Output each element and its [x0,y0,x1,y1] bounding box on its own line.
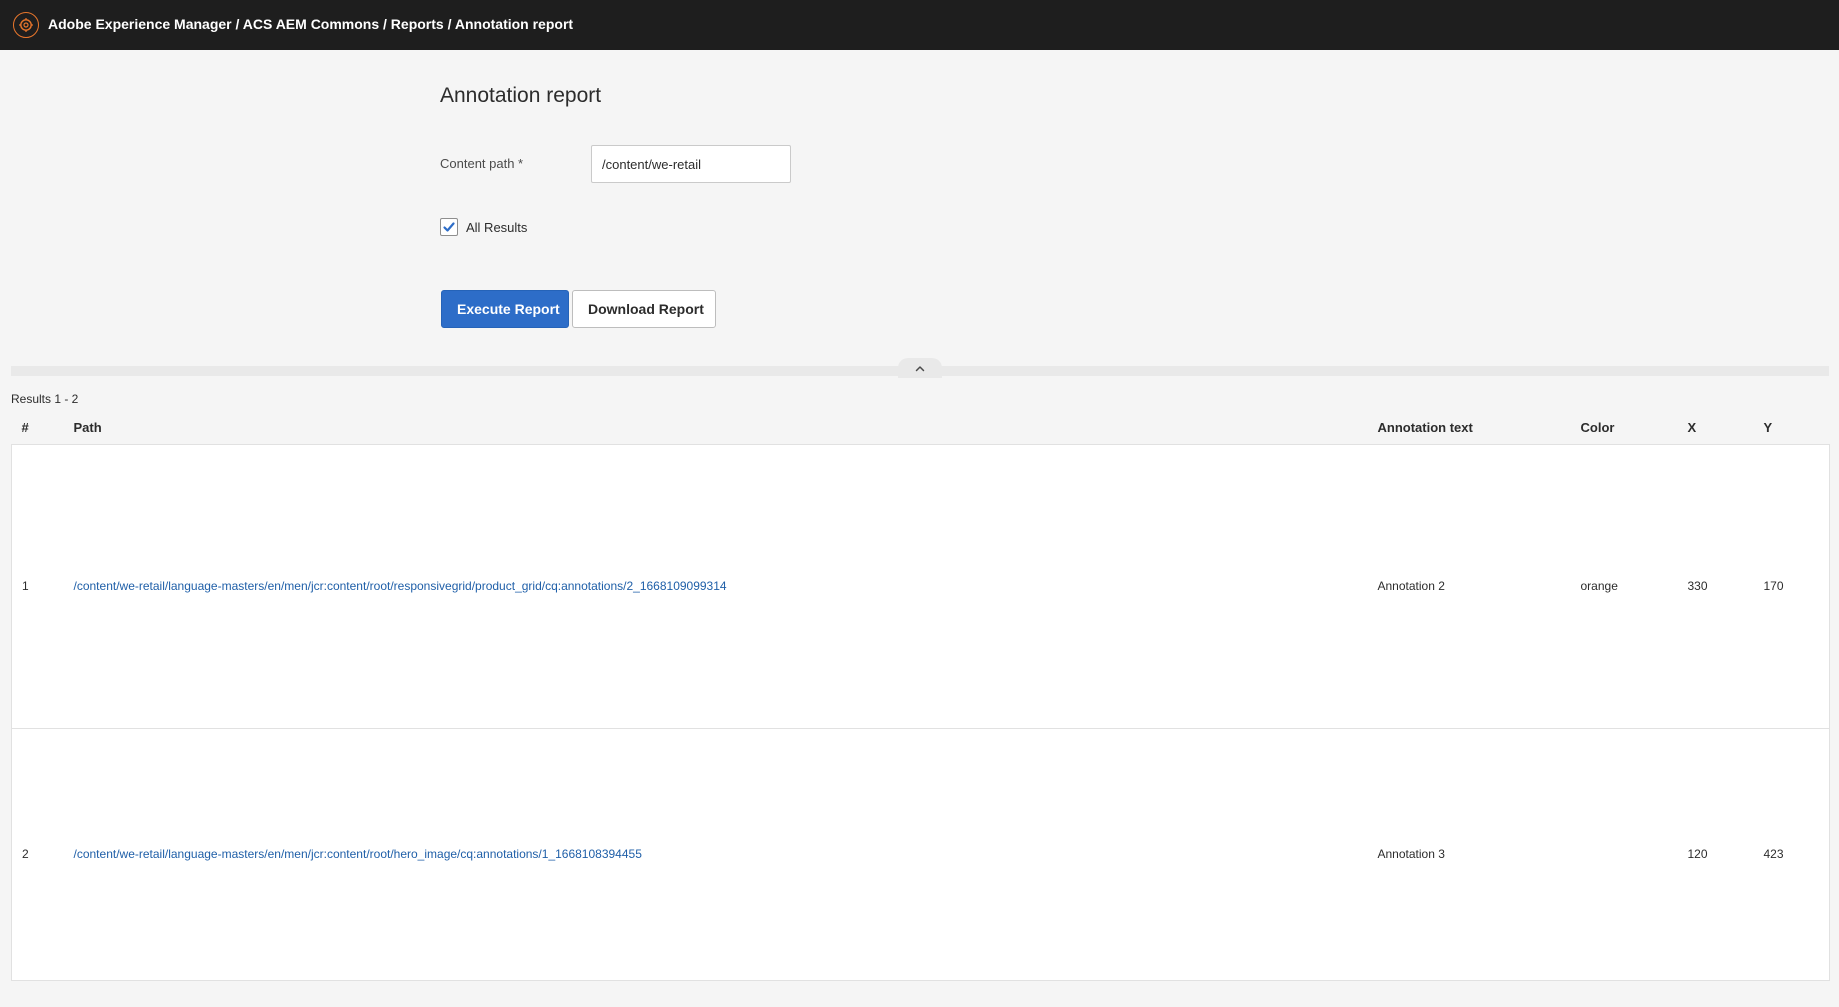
annotation-text: Annotation 2 [1377,443,1581,729]
column-header-color: Color [1580,420,1615,436]
all-results-label: All Results [466,219,528,235]
column-header-y: Y [1763,420,1773,436]
column-header-x: X [1687,420,1697,436]
annotation-color [1580,728,1688,981]
content-path-label: Content path * [440,156,524,171]
download-report-button[interactable]: Download Report [572,290,716,328]
collapse-handle[interactable] [898,358,942,378]
results-table: # Path Annotation text Color X Y 1 /cont… [11,412,1830,981]
page-title: Annotation report [440,84,602,107]
all-results-checkbox[interactable] [440,218,458,236]
annotation-x: 330 [1687,443,1764,729]
column-header-path: Path [73,420,102,436]
annotation-y: 423 [1763,728,1830,981]
path-cell: /content/we-retail/language-masters/en/m… [73,443,1378,729]
execute-report-button[interactable]: Execute Report [441,290,569,328]
content-path-input[interactable] [591,145,791,183]
results-count: Results 1 - 2 [11,392,79,406]
path-link[interactable]: /content/we-retail/language-masters/en/m… [74,579,727,593]
checkmark-icon [443,222,455,232]
table-header-row: # Path Annotation text Color X Y [12,412,1830,444]
breadcrumb: Adobe Experience Manager / ACS AEM Commo… [48,16,574,32]
all-results-checkbox-row[interactable]: All Results [440,218,527,236]
path-cell: /content/we-retail/language-masters/en/m… [73,728,1378,981]
table-row: 1 /content/we-retail/language-masters/en… [11,443,1830,729]
top-header-bar: Adobe Experience Manager / ACS AEM Commo… [0,0,1839,50]
column-header-number: # [21,420,29,436]
annotation-x: 120 [1687,728,1764,981]
path-link[interactable]: /content/we-retail/language-masters/en/m… [74,847,642,861]
annotation-color: orange [1580,443,1688,729]
chevron-up-icon [915,365,925,371]
annotation-y: 170 [1763,443,1830,729]
column-header-annotation-text: Annotation text [1377,420,1473,436]
aem-logo-icon[interactable] [13,12,39,38]
row-number: 1 [11,443,74,729]
table-row: 2 /content/we-retail/language-masters/en… [11,728,1830,981]
row-number: 2 [11,728,74,981]
annotation-text: Annotation 3 [1377,728,1581,981]
